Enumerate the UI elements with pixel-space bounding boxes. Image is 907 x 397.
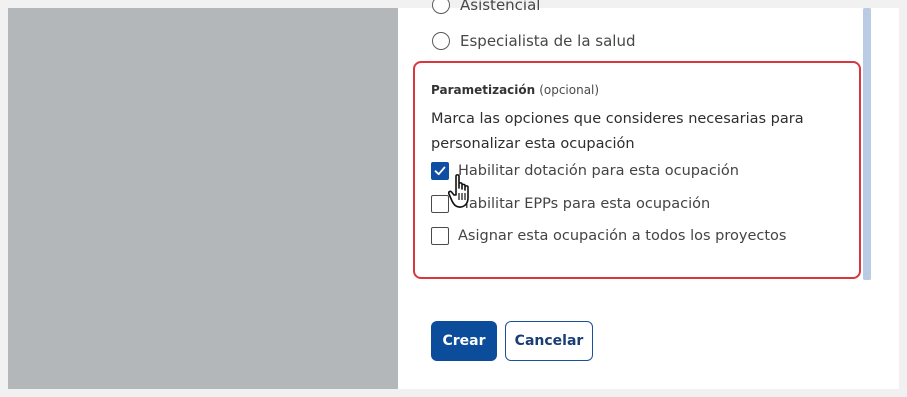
radio-especialista-salud[interactable]: Especialista de la salud: [432, 32, 636, 50]
section-description: Marca las opciones que consideres necesa…: [431, 111, 804, 152]
app-frame: Asistencial Especialista de la salud Par…: [8, 0, 899, 389]
radio-asistencial[interactable]: Asistencial: [432, 0, 540, 14]
option-label: Habilitar dotación para esta ocupación: [458, 163, 739, 179]
scrollbar-thumb[interactable]: [863, 8, 871, 280]
radio-label: Especialista de la salud: [460, 32, 636, 50]
checkbox-unchecked[interactable]: [431, 195, 449, 213]
parametrizacion-section: Parametización (opcional) Marca las opci…: [413, 61, 861, 279]
option-habilitar-dotacion[interactable]: Habilitar dotación para esta ocupación: [431, 162, 739, 180]
cancel-button[interactable]: Cancelar: [505, 321, 593, 361]
section-title-text: Parametización: [431, 83, 536, 97]
option-habilitar-epps[interactable]: Habilitar EPPs para esta ocupación: [431, 195, 710, 213]
optional-tag: (opcional): [539, 83, 600, 97]
check-icon: [434, 166, 446, 176]
radio-circle[interactable]: [432, 0, 450, 14]
scrollbar[interactable]: [863, 8, 871, 280]
option-asignar-proyectos[interactable]: Asignar esta ocupación a todos los proye…: [431, 227, 786, 245]
overlay-backdrop: [8, 8, 398, 389]
radio-label: Asistencial: [460, 0, 541, 14]
option-label: Habilitar EPPs para esta ocupación: [458, 196, 711, 212]
create-button[interactable]: Crear: [431, 321, 497, 361]
checkbox-checked[interactable]: [431, 162, 449, 180]
checkbox-unchecked[interactable]: [431, 227, 449, 245]
radio-circle[interactable]: [432, 32, 450, 50]
section-title: Parametización (opcional): [431, 83, 599, 97]
option-label: Asignar esta ocupación a todos los proye…: [458, 228, 787, 244]
